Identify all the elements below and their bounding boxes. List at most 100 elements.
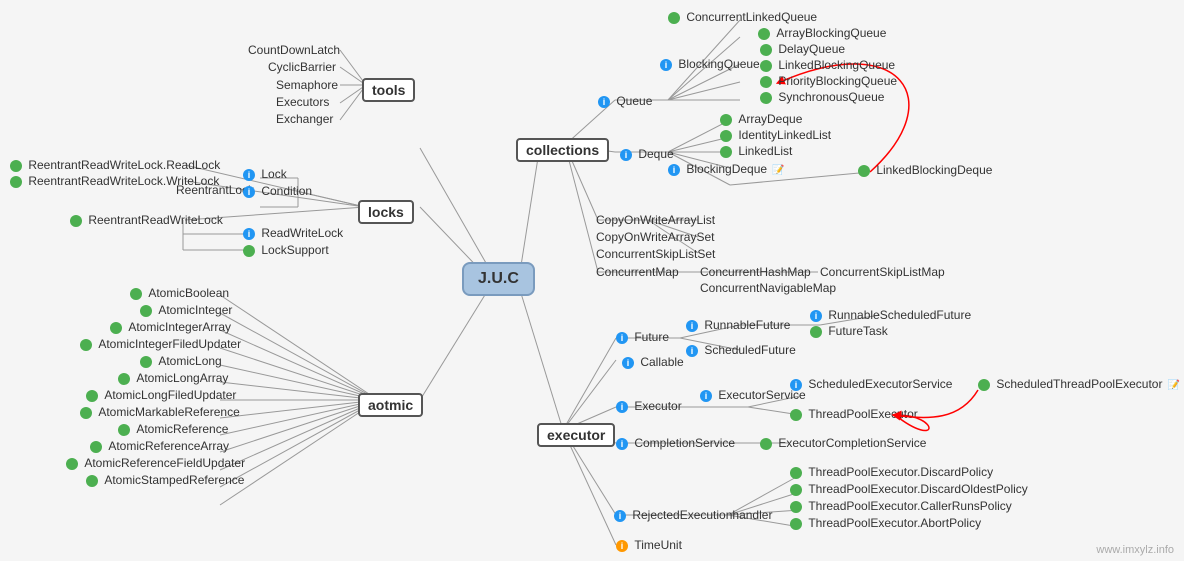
node-cyclicbarrier: CyclicBarrier <box>268 60 336 74</box>
green-icon <box>790 467 802 479</box>
green-icon <box>760 438 772 450</box>
green-icon <box>668 12 680 24</box>
node-semaphore: Semaphore <box>276 78 338 92</box>
section-locks: locks <box>358 200 414 224</box>
green-icon <box>10 160 22 172</box>
info-icon: i <box>616 401 628 413</box>
node-runnablescheduledfuture: i RunnableScheduledFuture <box>810 308 971 322</box>
section-aotmic: aotmic <box>358 393 423 417</box>
node-concurrentskiplistset: ConcurrentSkipListSet <box>596 247 715 261</box>
green-icon <box>66 458 78 470</box>
node-synchronousqueue: SynchronousQueue <box>760 90 884 104</box>
info-icon: i <box>622 357 634 369</box>
info-icon: i <box>243 228 255 240</box>
node-atomiclongfiledupdater: AtomicLongFiledUpdater <box>86 388 236 402</box>
info-icon: i <box>700 390 712 402</box>
green-icon <box>978 379 990 391</box>
node-runnablefuture: i RunnableFuture <box>686 318 790 332</box>
node-concurrentskiplistmap: ConcurrentSkipListMap <box>820 265 945 279</box>
node-exchanger: Exchanger <box>276 112 333 126</box>
node-callerrunspolicy: ThreadPoolExecutor.CallerRunsPolicy <box>790 499 1012 513</box>
center-node: J.U.C <box>462 262 535 296</box>
node-atomicintegerarray: AtomicIntegerArray <box>110 320 231 334</box>
node-blockingqueue: i BlockingQueue <box>660 57 760 71</box>
node-executor: i Executor <box>616 399 682 413</box>
node-concurrentnavigablemap: ConcurrentNavigableMap <box>700 281 836 295</box>
node-atomicboolean: AtomicBoolean <box>130 286 229 300</box>
green-icon <box>810 326 822 338</box>
green-icon <box>790 484 802 496</box>
info-icon: i <box>668 164 680 176</box>
watermark: www.imxylz.info <box>1096 544 1174 556</box>
info-icon: i <box>790 379 802 391</box>
green-icon <box>760 76 772 88</box>
node-atomicmarkablereference: AtomicMarkableReference <box>80 405 240 419</box>
node-callable: i Callable <box>622 355 684 369</box>
node-rwlock: i ReadWriteLock <box>243 226 343 240</box>
info-icon: i <box>243 169 255 181</box>
node-executors: Executors <box>276 95 329 109</box>
node-linkedblockingdeque: LinkedBlockingDeque <box>858 163 992 177</box>
green-icon <box>858 165 870 177</box>
info-icon: i <box>614 510 626 522</box>
node-delayqueue: DelayQueue <box>760 42 845 56</box>
node-atomicinteger: AtomicInteger <box>140 303 232 317</box>
green-icon <box>760 60 772 72</box>
info-icon: i <box>660 59 672 71</box>
node-atomiclong: AtomicLong <box>140 354 222 368</box>
node-blockingdeque: i BlockingDeque 📝 <box>668 162 785 176</box>
node-arraydeque: ArrayDeque <box>720 112 802 126</box>
green-icon <box>790 409 802 421</box>
green-icon <box>10 176 22 188</box>
node-atomiclongarray: AtomicLongArray <box>118 371 228 385</box>
node-condition: i Condition <box>243 184 312 198</box>
node-futuretask: FutureTask <box>810 324 888 338</box>
node-readlock: ReentrantReadWriteLock.ReadLock <box>10 158 220 172</box>
node-discardoldestpolicy: ThreadPoolExecutor.DiscardOldestPolicy <box>790 482 1028 496</box>
node-rejectedexecutionhandler: i RejectedExecutionhandler <box>614 508 772 522</box>
node-timeunit: i TimeUnit <box>616 538 682 552</box>
orange-icon: i <box>616 540 628 552</box>
node-deque: i Deque <box>620 147 674 161</box>
node-locksupport: LockSupport <box>243 243 329 257</box>
section-collections: collections <box>516 138 609 162</box>
info-icon: i <box>686 320 698 332</box>
green-icon <box>760 92 772 104</box>
section-executor: executor <box>537 423 615 447</box>
node-scheduledthreadpoolexecutor: ScheduledThreadPoolExecutor 📝 <box>978 377 1180 391</box>
node-scheduledexecutorservice: i ScheduledExecutorService <box>790 377 952 391</box>
green-icon <box>130 288 142 300</box>
green-icon <box>243 245 255 257</box>
node-atomicstampedreference: AtomicStampedReference <box>86 473 244 487</box>
node-concurrenthashmap: ConcurrentHashMap <box>700 265 811 279</box>
node-linkedblockingqueue: LinkedBlockingQueue <box>760 58 895 72</box>
info-icon: i <box>243 186 255 198</box>
node-atomicreference: AtomicReference <box>118 422 228 436</box>
node-priorityblockingqueue: PriorityBlockingQueue <box>760 74 897 88</box>
node-abortpolicy: ThreadPoolExecutor.AbortPolicy <box>790 516 981 530</box>
node-atomicreferencearray: AtomicReferenceArray <box>90 439 229 453</box>
node-linkedlist: LinkedList <box>720 144 792 158</box>
node-concurrentlinkedqueue: ConcurrentLinkedQueue <box>668 10 817 24</box>
node-executorcompletionservice: ExecutorCompletionService <box>760 436 926 450</box>
green-icon <box>70 215 82 227</box>
green-icon <box>140 356 152 368</box>
section-tools: tools <box>362 78 415 102</box>
node-copyonwritearrayset: CopyOnWriteArraySet <box>596 230 714 244</box>
green-icon <box>118 424 130 436</box>
node-countdownlatch: CountDownLatch <box>248 43 340 57</box>
node-queue: i Queue <box>598 94 652 108</box>
green-icon <box>720 130 732 142</box>
node-atomicintegerfiledupdater: AtomicIntegerFiledUpdater <box>80 337 241 351</box>
green-icon <box>110 322 122 334</box>
info-icon: i <box>616 332 628 344</box>
node-reentrantrwlock: ReentrantReadWriteLock <box>70 213 223 227</box>
green-icon <box>118 373 130 385</box>
green-icon <box>86 475 98 487</box>
node-atomicreferencefieldsupdater: AtomicReferenceFieldUpdater <box>66 456 245 470</box>
green-icon <box>86 390 98 402</box>
node-arrayblockingqueue: ArrayBlockingQueue <box>758 26 886 40</box>
green-icon <box>790 518 802 530</box>
node-copyonwritearraylist: CopyOnWriteArrayList <box>596 213 715 227</box>
green-icon <box>790 501 802 513</box>
